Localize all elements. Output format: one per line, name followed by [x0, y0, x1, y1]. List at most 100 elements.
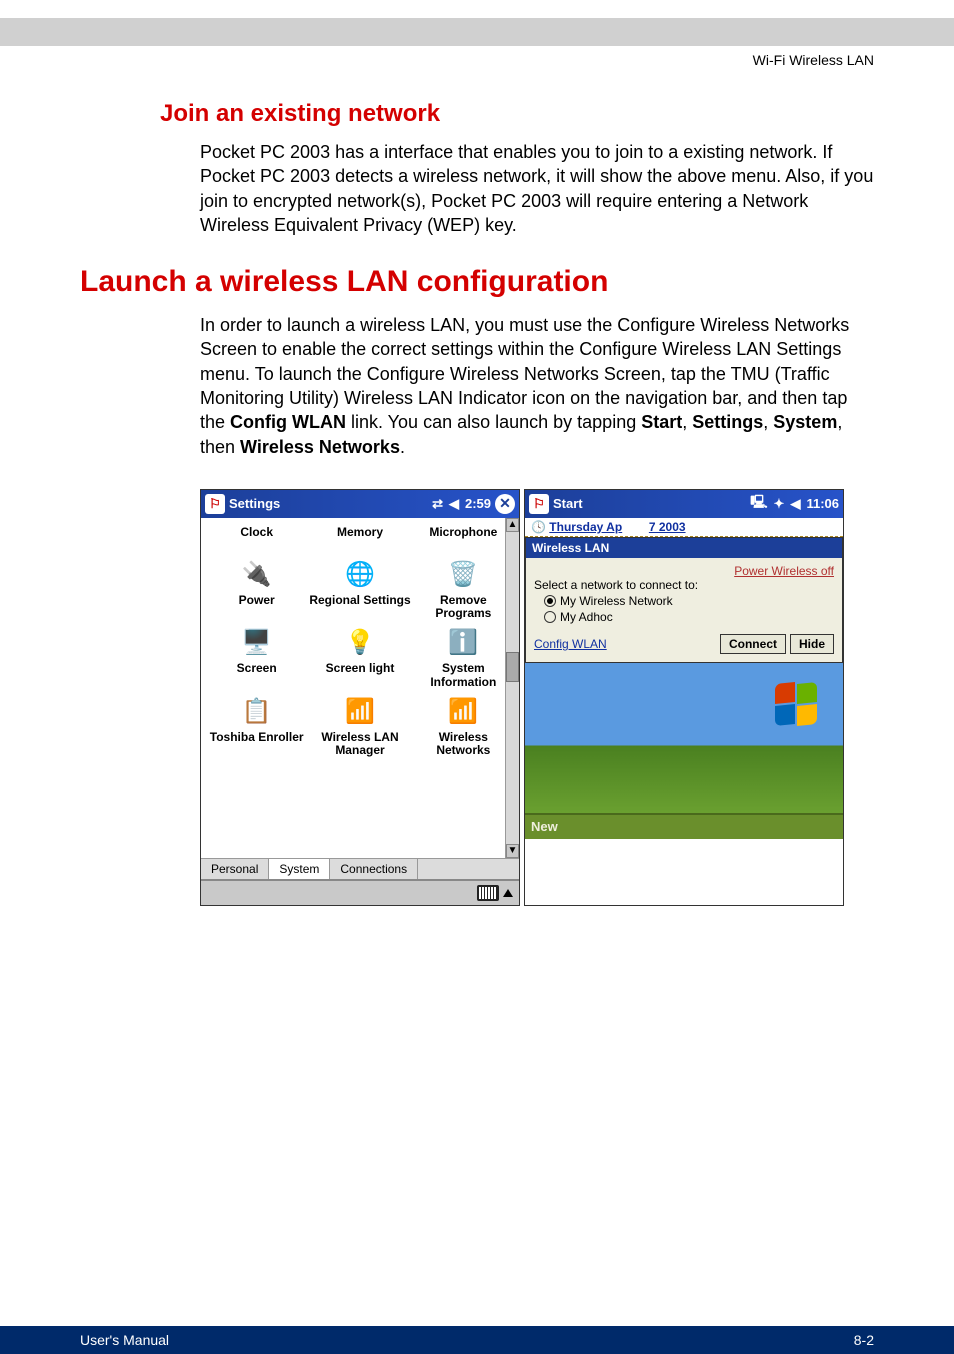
footer-right: 8-2 — [854, 1332, 874, 1348]
radio-icon — [544, 595, 556, 607]
select-network-label: Select a network to connect to: — [534, 578, 834, 592]
scrollbar[interactable]: ▲ ▼ — [505, 518, 519, 858]
text: link. You can also launch by tapping — [346, 412, 641, 432]
icon-power[interactable]: 🔌Power — [205, 558, 308, 620]
icon-clock[interactable]: Clock — [205, 524, 308, 552]
power-wireless-off-link[interactable]: Power Wireless off — [734, 564, 834, 578]
screen-icon: 🖥️ — [205, 626, 308, 660]
wireless-lan-popup: Wireless LAN Power Wireless off Select a… — [525, 537, 843, 663]
desktop-wallpaper — [525, 663, 843, 813]
icon-label: Wireless Networks — [412, 729, 515, 757]
icon-label: Regional Settings — [308, 592, 411, 620]
close-button[interactable]: ✕ — [495, 494, 515, 514]
icon-memory[interactable]: Memory — [308, 524, 411, 552]
screenshot-row: ⚐ Settings ⇄ ◀ 2:59 ✕ Clock Memory Micro… — [200, 489, 874, 906]
paragraph-join: Pocket PC 2003 has a interface that enab… — [200, 140, 874, 237]
icon-label: Remove Programs — [412, 592, 515, 620]
page-footer: User's Manual 8-2 — [0, 1326, 954, 1354]
title-text[interactable]: Start — [553, 496, 583, 511]
text: . — [400, 437, 405, 457]
icon-grid-area: Clock Memory Microphone 🔌Power 🌐Regional… — [201, 518, 519, 858]
title-bar: ⚐ Settings ⇄ ◀ 2:59 ✕ — [201, 490, 519, 518]
wlan-manager-icon: 📶 — [308, 695, 411, 729]
radio-label: My Adhoc — [560, 610, 613, 624]
icon-label: Memory — [308, 524, 411, 552]
connect-button[interactable]: Connect — [720, 634, 786, 654]
keyboard-icon[interactable] — [477, 885, 499, 901]
title-bar: ⚐ Start 🖳 ✦ ◀ 11:06 — [525, 490, 843, 518]
date-part-a: Thursday Ap — [549, 520, 622, 534]
paragraph-launch: In order to launch a wireless LAN, you m… — [200, 313, 874, 459]
tab-system[interactable]: System — [269, 859, 330, 879]
start-screen: ⚐ Start 🖳 ✦ ◀ 11:06 🕓 Thursday Ap 7 2003… — [524, 489, 844, 906]
new-button[interactable]: New — [531, 819, 558, 834]
radio-icon — [544, 611, 556, 623]
text-bold: System — [773, 412, 837, 432]
top-gray-bar — [0, 18, 954, 46]
heading-launch-wlan: Launch a wireless LAN configuration — [80, 265, 874, 299]
power-icon: 🔌 — [205, 558, 308, 592]
footer-left: User's Manual — [80, 1332, 169, 1348]
tab-connections[interactable]: Connections — [330, 859, 418, 879]
enroller-icon: 📋 — [205, 695, 308, 729]
heading-join-network: Join an existing network — [160, 100, 874, 128]
device-icon[interactable]: 🖳 — [750, 493, 767, 515]
volume-icon[interactable]: ◀ — [790, 496, 800, 512]
sip-menu-icon[interactable] — [503, 889, 513, 897]
sip-bar — [201, 879, 519, 905]
clock-text[interactable]: 2:59 — [465, 496, 491, 511]
radio-my-adhoc[interactable]: My Adhoc — [544, 610, 834, 624]
light-icon: 💡 — [308, 626, 411, 660]
icon-remove-programs[interactable]: 🗑️Remove Programs — [412, 558, 515, 620]
icon-label: Screen light — [308, 660, 411, 688]
icon-regional-settings[interactable]: 🌐Regional Settings — [308, 558, 411, 620]
hide-button[interactable]: Hide — [790, 634, 834, 654]
text-bold: Settings — [692, 412, 763, 432]
remove-icon: 🗑️ — [412, 558, 515, 592]
scroll-thumb[interactable] — [506, 652, 519, 682]
icon-label: System Information — [412, 660, 515, 688]
start-flag-icon[interactable]: ⚐ — [529, 494, 549, 514]
icon-screen-light[interactable]: 💡Screen light — [308, 626, 411, 688]
icon-system-information[interactable]: ℹ️System Information — [412, 626, 515, 688]
volume-icon[interactable]: ◀ — [449, 496, 459, 512]
scroll-down-icon[interactable]: ▼ — [506, 844, 519, 858]
icon-microphone[interactable]: Microphone — [412, 524, 515, 552]
radio-my-wireless-network[interactable]: My Wireless Network — [544, 594, 834, 608]
icon-wireless-networks[interactable]: 📶Wireless Networks — [412, 695, 515, 757]
date-part-b: 7 2003 — [649, 520, 686, 534]
title-text: Settings — [229, 496, 280, 511]
icon-wireless-lan-manager[interactable]: 📶Wireless LAN Manager — [308, 695, 411, 757]
tab-personal[interactable]: Personal — [201, 859, 269, 879]
clock-text[interactable]: 11:06 — [806, 496, 839, 511]
icon-label: Screen — [205, 660, 308, 688]
scroll-track[interactable] — [506, 532, 519, 844]
soft-key-bar: New — [525, 813, 843, 839]
text-bold: Start — [641, 412, 682, 432]
windows-flag-icon — [775, 683, 821, 727]
globe-icon: 🌐 — [308, 558, 411, 592]
text: , — [763, 412, 773, 432]
info-icon: ℹ️ — [412, 626, 515, 660]
text-bold: Config WLAN — [230, 412, 346, 432]
icon-label: Toshiba Enroller — [205, 729, 308, 757]
wlan-networks-icon: 📶 — [412, 695, 515, 729]
popup-title: Wireless LAN — [526, 538, 842, 558]
scroll-up-icon[interactable]: ▲ — [506, 518, 519, 532]
today-date-row[interactable]: 🕓 Thursday Ap 7 2003 — [525, 518, 843, 537]
icon-label: Wireless LAN Manager — [308, 729, 411, 757]
icon-label: Clock — [205, 524, 308, 552]
icon-label: Microphone — [412, 524, 515, 552]
text-bold: Wireless Networks — [240, 437, 400, 457]
icon-screen[interactable]: 🖥️Screen — [205, 626, 308, 688]
icon-label: Power — [205, 592, 308, 620]
icon-toshiba-enroller[interactable]: 📋Toshiba Enroller — [205, 695, 308, 757]
radio-label: My Wireless Network — [560, 594, 673, 608]
config-wlan-link[interactable]: Config WLAN — [534, 637, 607, 651]
settings-screen: ⚐ Settings ⇄ ◀ 2:59 ✕ Clock Memory Micro… — [200, 489, 520, 906]
text: , — [682, 412, 692, 432]
start-flag-icon[interactable]: ⚐ — [205, 494, 225, 514]
connection-icon[interactable]: ✦ — [774, 496, 785, 512]
connection-icon[interactable]: ⇄ — [432, 496, 443, 512]
tabs-row: Personal System Connections — [201, 858, 519, 879]
